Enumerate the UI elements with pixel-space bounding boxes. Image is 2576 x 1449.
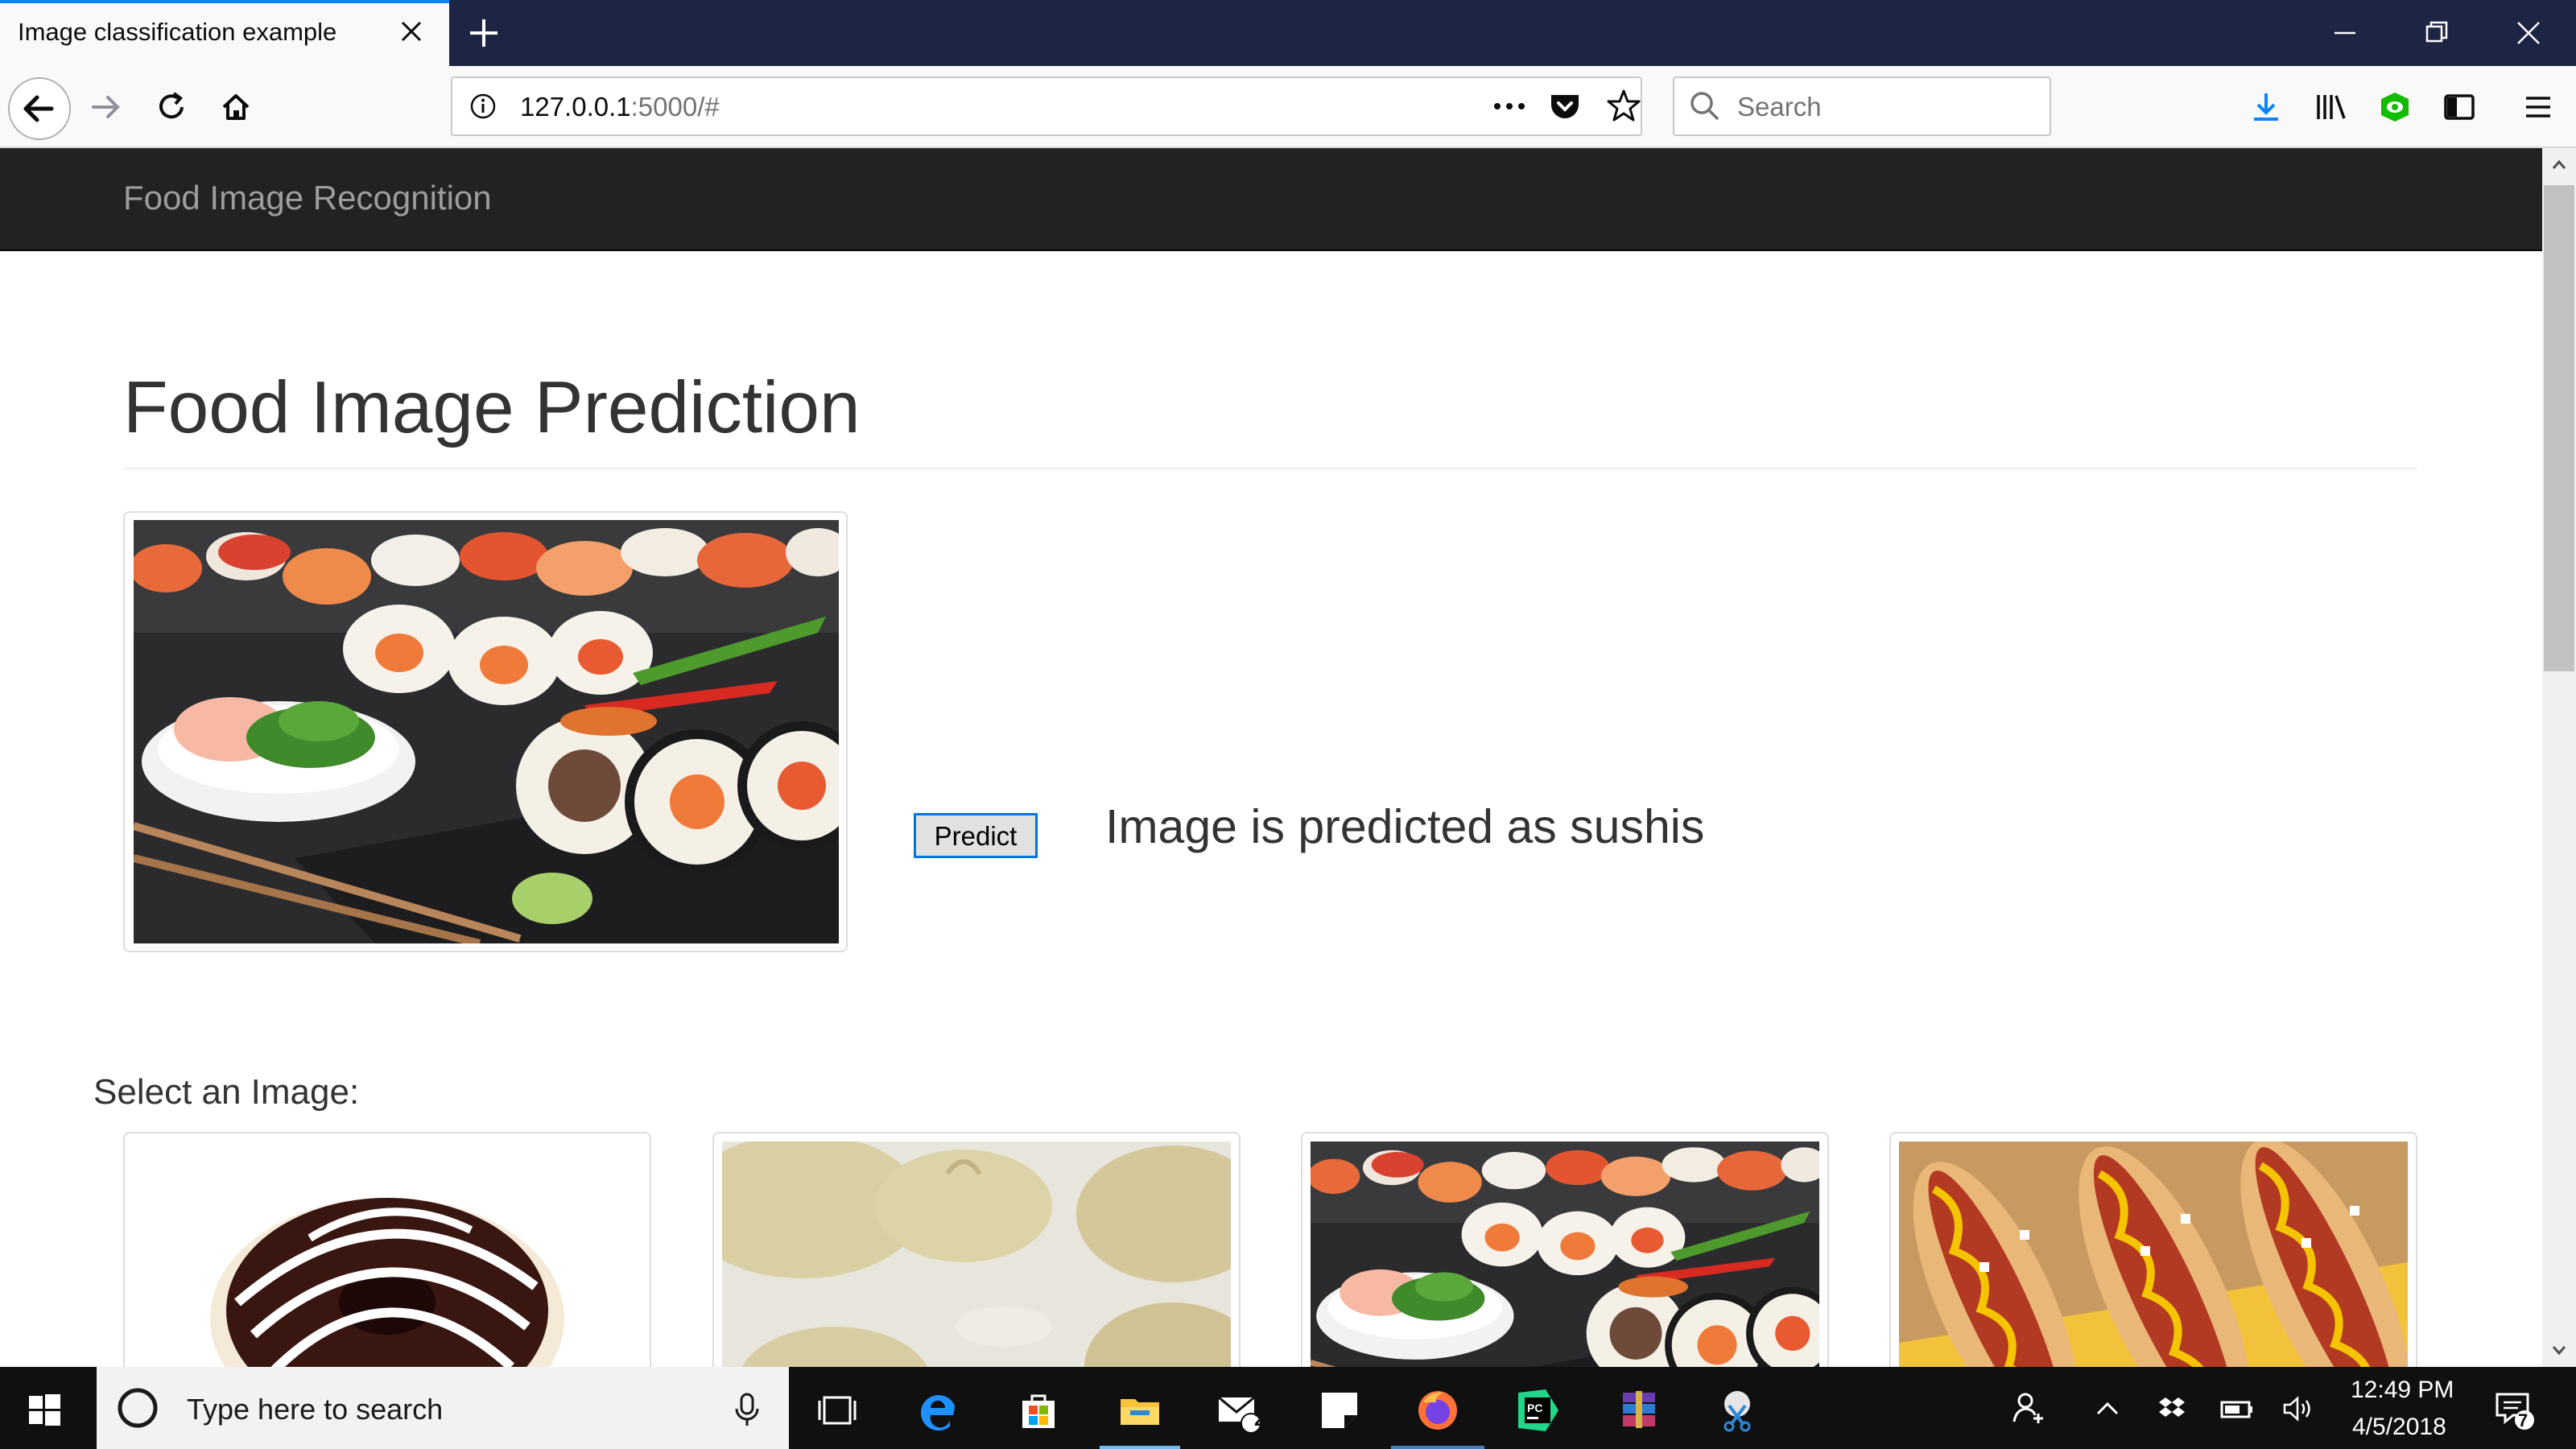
close-tab-icon[interactable] bbox=[398, 18, 425, 45]
firefox-icon[interactable] bbox=[1414, 1386, 1462, 1435]
navbar-brand[interactable]: Food Image Recognition bbox=[123, 179, 492, 217]
search-bar[interactable] bbox=[1673, 76, 2051, 136]
svg-text:PC: PC bbox=[1527, 1402, 1542, 1414]
library-icon[interactable] bbox=[2310, 87, 2351, 127]
reload-icon[interactable] bbox=[151, 87, 192, 127]
thumbnail-dumplings[interactable] bbox=[712, 1132, 1241, 1389]
url-path: :5000/# bbox=[630, 92, 720, 122]
pycharm-icon[interactable]: PC bbox=[1513, 1386, 1562, 1435]
winrar-icon[interactable] bbox=[1615, 1386, 1663, 1435]
sushi-image bbox=[1311, 1141, 1819, 1389]
mail-badge: 2 bbox=[1254, 1409, 1265, 1430]
store-icon[interactable] bbox=[1014, 1386, 1063, 1435]
search-icon bbox=[1687, 89, 1723, 124]
show-hidden-icons-icon[interactable] bbox=[2091, 1393, 2124, 1425]
people-icon[interactable] bbox=[2009, 1389, 2046, 1426]
thumbnail-hot-dog[interactable] bbox=[1889, 1132, 2417, 1389]
clock-date[interactable]: 4/5/2018 bbox=[2352, 1414, 2446, 1441]
predict-button[interactable]: Predict bbox=[914, 813, 1038, 858]
new-tab-icon[interactable] bbox=[465, 14, 502, 52]
clock-time[interactable]: 12:49 PM bbox=[2351, 1377, 2454, 1404]
volume-icon[interactable] bbox=[2280, 1393, 2317, 1425]
hot-dog-image bbox=[1899, 1141, 2408, 1389]
task-view-icon[interactable] bbox=[813, 1386, 861, 1435]
windows-start-icon[interactable] bbox=[24, 1389, 64, 1430]
page-actions-icon[interactable] bbox=[1489, 90, 1530, 122]
prediction-result: Image is predicted as sushis bbox=[1105, 800, 1705, 853]
dropbox-icon[interactable] bbox=[2156, 1393, 2188, 1425]
file-explorer-active-indicator bbox=[1100, 1446, 1180, 1449]
back-button[interactable] bbox=[8, 77, 71, 140]
page-title: Food Image Prediction bbox=[123, 367, 861, 448]
menu-icon[interactable] bbox=[2518, 87, 2558, 127]
selected-sushi-image bbox=[134, 520, 839, 943]
thumbnail-donut[interactable] bbox=[123, 1132, 651, 1389]
select-image-label: Select an Image: bbox=[93, 1072, 360, 1112]
site-info-icon[interactable] bbox=[469, 92, 497, 121]
dumplings-image bbox=[722, 1141, 1231, 1389]
restore-icon[interactable] bbox=[2417, 13, 2457, 53]
url-host: 127.0.0.1 bbox=[520, 92, 631, 122]
battery-icon[interactable] bbox=[2219, 1393, 2256, 1425]
home-icon[interactable] bbox=[216, 87, 256, 127]
bookmark-star-icon[interactable] bbox=[1605, 87, 1642, 124]
pocket-icon[interactable] bbox=[1547, 89, 1583, 124]
search-placeholder: Search bbox=[1737, 92, 1822, 122]
sticky-notes-icon[interactable] bbox=[1315, 1386, 1364, 1435]
edge-icon[interactable] bbox=[914, 1386, 963, 1435]
tab-title: Image classification example bbox=[18, 18, 337, 46]
sidebar-icon[interactable] bbox=[2439, 87, 2479, 127]
scroll-up-icon[interactable] bbox=[2549, 155, 2570, 175]
heading-divider bbox=[123, 468, 2417, 469]
extension-icon[interactable] bbox=[2375, 87, 2415, 127]
snipping-tool-icon[interactable] bbox=[1713, 1386, 1761, 1435]
file-explorer-icon[interactable] bbox=[1116, 1386, 1164, 1435]
scrollbar-thumb[interactable] bbox=[2544, 185, 2574, 671]
donut-image bbox=[133, 1141, 642, 1389]
window-close-icon[interactable] bbox=[2508, 13, 2549, 53]
notification-badge: 7 bbox=[2518, 1410, 2529, 1430]
url-text[interactable]: 127.0.0.1:5000/# bbox=[520, 92, 720, 122]
thumbnail-sushi[interactable] bbox=[1301, 1132, 1829, 1389]
scroll-down-icon[interactable] bbox=[2549, 1340, 2570, 1360]
action-center-icon[interactable] bbox=[2491, 1386, 2536, 1431]
minimize-icon[interactable] bbox=[2325, 13, 2365, 53]
cortana-icon bbox=[114, 1385, 161, 1431]
downloads-icon[interactable] bbox=[2246, 87, 2286, 127]
forward-icon[interactable] bbox=[85, 87, 126, 127]
taskbar-search-placeholder: Type here to search bbox=[187, 1393, 444, 1426]
microphone-icon[interactable] bbox=[729, 1389, 765, 1430]
firefox-active-indicator bbox=[1391, 1446, 1484, 1449]
